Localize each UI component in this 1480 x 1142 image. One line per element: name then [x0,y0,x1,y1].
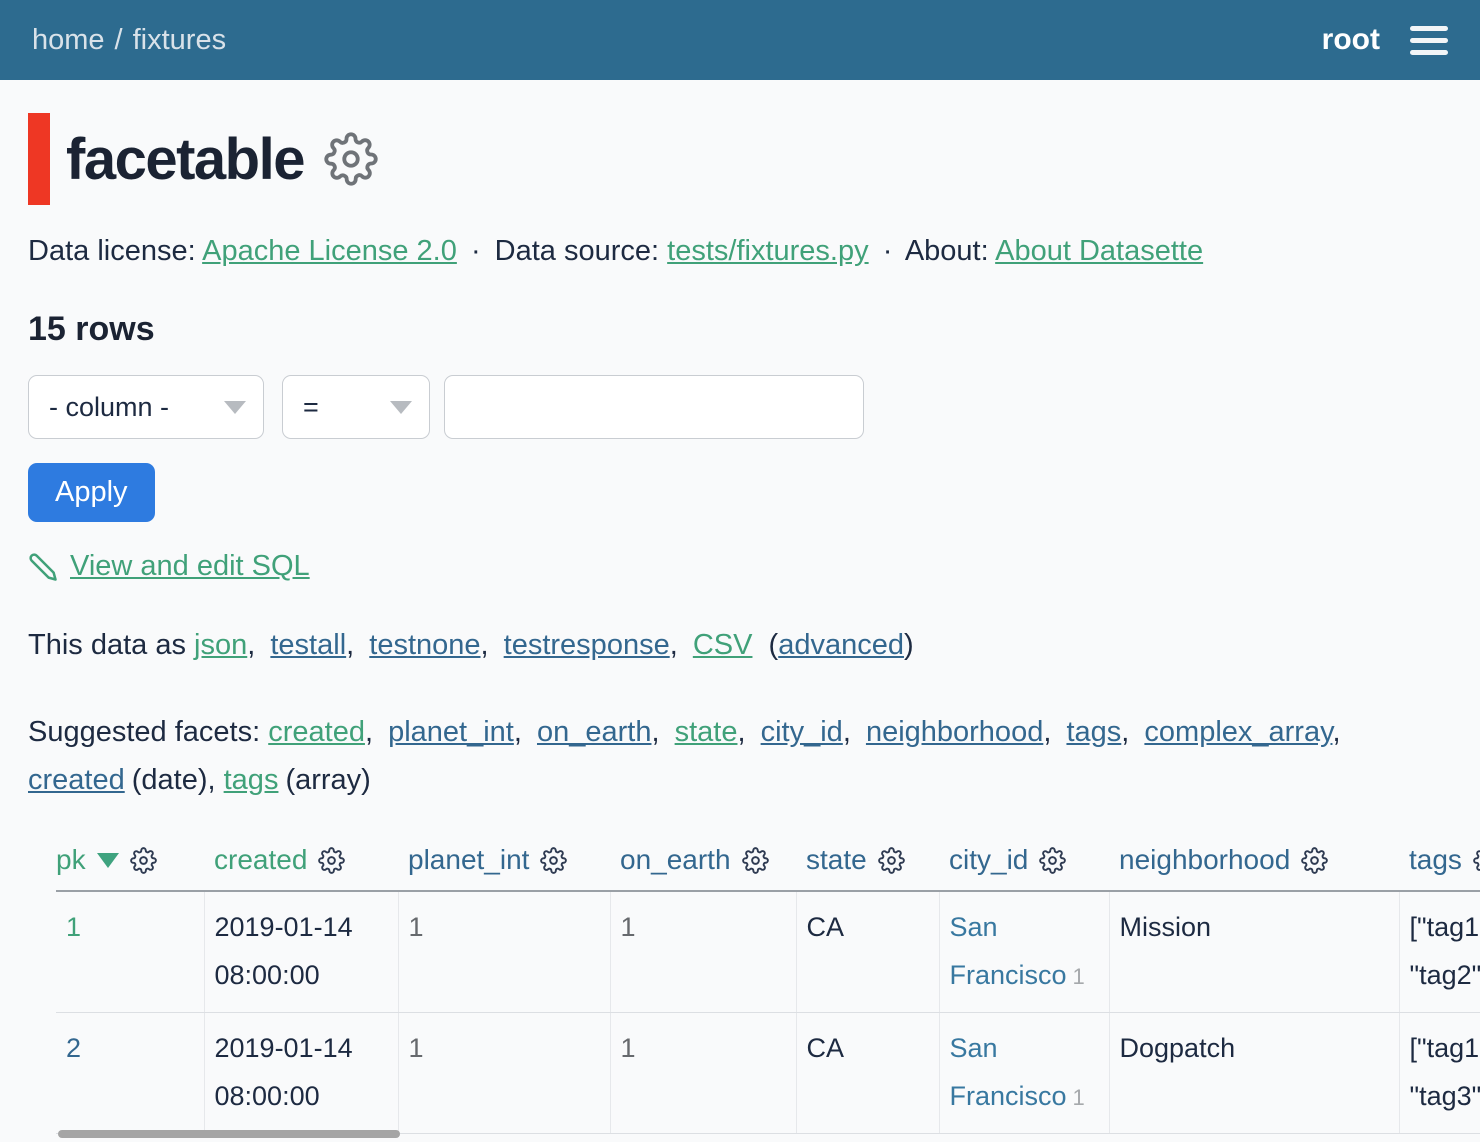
cell-planet-int: 1 [398,891,610,1013]
facet-link-city-id[interactable]: city_id [761,716,843,748]
facet-link-created[interactable]: created [268,716,365,748]
cell-on-earth: 1 [610,891,796,1013]
title-row: facetable [28,113,1452,205]
source-link[interactable]: tests/fixtures.py [667,235,868,267]
row-pk-link[interactable]: 2 [66,1033,81,1063]
table-row: 1 2019-01-14 08:00:00 1 1 CA San Francis… [56,891,1480,1013]
horizontal-scrollbar-thumb[interactable] [58,1130,400,1138]
cell-city-id: San Francisco1 [939,891,1109,1013]
hamburger-menu-icon[interactable] [1410,26,1448,55]
column-cog-icon[interactable] [1473,847,1480,874]
cell-created: 2019-01-14 08:00:00 [204,891,398,1013]
sql-link-row: View and edit SQL [28,550,1452,583]
facet-link-planet-int[interactable]: planet_int [388,716,514,748]
column-header-planet-int[interactable]: planet_int [408,844,529,876]
facet-link-created-date[interactable]: created [28,764,125,796]
facet-link-complex-array[interactable]: complex_array [1144,716,1332,748]
breadcrumb-home-link[interactable]: home [32,24,105,57]
column-cog-icon[interactable] [318,847,345,874]
filter-value-input[interactable] [444,375,864,439]
cell-planet-int: 1 [398,1013,610,1134]
cell-neighborhood: Dogpatch [1109,1013,1399,1134]
cell-state: CA [796,1013,939,1134]
row-pk-link[interactable]: 1 [66,912,81,942]
column-header-created[interactable]: created [214,844,307,876]
column-header-tags[interactable]: tags [1409,844,1462,876]
logged-in-user[interactable]: root [1322,23,1380,57]
column-header-state[interactable]: state [806,844,867,876]
filter-column-select[interactable]: - column - [28,375,264,439]
export-prefix: This data as [28,629,186,661]
city-raw-id: 1 [1073,964,1085,989]
cell-tags: ["tag1", "tag3"] [1399,1013,1480,1134]
city-raw-id: 1 [1073,1085,1085,1110]
view-edit-sql-link[interactable]: View and edit SQL [70,550,310,583]
license-label: Data license: [28,235,196,267]
breadcrumb-separator: / [115,24,123,57]
metadata-line: Data license: Apache License 2.0 · Data … [28,235,1452,268]
column-header-on-earth[interactable]: on_earth [620,844,731,876]
facet-link-neighborhood[interactable]: neighborhood [866,716,1043,748]
column-header-pk[interactable]: pk [56,844,86,876]
export-link-testall[interactable]: testall [270,629,346,661]
title-accent-bar [28,113,50,205]
breadcrumb: home / fixtures [32,24,226,57]
source-label: Data source: [495,235,659,267]
facet-link-state[interactable]: state [675,716,738,748]
cell-state: CA [796,891,939,1013]
data-table: pk created planet_int on_earth [56,836,1480,1134]
column-header-neighborhood[interactable]: neighborhood [1119,844,1290,876]
page-title: facetable [66,126,304,193]
header-row: pk created planet_int on_earth [56,836,1480,891]
cell-on-earth: 1 [610,1013,796,1134]
cell-city-id: San Francisco1 [939,1013,1109,1134]
apply-button[interactable]: Apply [28,463,155,522]
about-link[interactable]: About Datasette [995,235,1203,267]
city-link[interactable]: San Francisco [950,1033,1067,1111]
about-label: About: [905,235,989,267]
city-link[interactable]: San Francisco [950,912,1067,990]
export-links-row: This data as json, testall, testnone, te… [28,629,1452,662]
facet-link-on-earth[interactable]: on_earth [537,716,652,748]
separator-dot: · [883,235,893,267]
export-link-advanced[interactable]: advanced [778,629,904,661]
column-header-city-id[interactable]: city_id [949,844,1028,876]
cell-created: 2019-01-14 08:00:00 [204,1013,398,1134]
sort-desc-icon [97,853,119,868]
top-navbar: home / fixtures root [0,0,1480,80]
column-cog-icon[interactable] [540,847,567,874]
suggested-facets-row: Suggested facets: created, planet_int, o… [28,708,1452,804]
facet-link-tags-array[interactable]: tags [224,764,279,796]
filter-operator-select[interactable]: = [282,375,430,439]
breadcrumb-database-link[interactable]: fixtures [133,24,226,57]
row-count-heading: 15 rows [28,310,1452,349]
data-table-zone: pk created planet_int on_earth [28,836,1480,1142]
page-content: facetable Data license: Apache License 2… [0,113,1480,1142]
filter-controls: - column - = [28,375,1452,439]
facet-link-tags[interactable]: tags [1066,716,1121,748]
column-cog-icon[interactable] [878,847,905,874]
column-cog-icon[interactable] [130,847,157,874]
pencil-icon [28,552,58,582]
column-cog-icon[interactable] [1039,847,1066,874]
cell-neighborhood: Mission [1109,891,1399,1013]
facets-prefix: Suggested facets: [28,716,260,748]
column-cog-icon[interactable] [742,847,769,874]
table-cog-icon[interactable] [324,132,378,186]
separator-dot: · [471,235,481,267]
export-link-csv[interactable]: CSV [693,629,753,661]
column-cog-icon[interactable] [1301,847,1328,874]
cell-tags: ["tag1", "tag2"] [1399,891,1480,1013]
export-link-json[interactable]: json [194,629,247,661]
license-link[interactable]: Apache License 2.0 [202,235,457,267]
export-link-testresponse[interactable]: testresponse [504,629,670,661]
table-row: 2 2019-01-14 08:00:00 1 1 CA San Francis… [56,1013,1480,1134]
export-link-testnone[interactable]: testnone [369,629,480,661]
